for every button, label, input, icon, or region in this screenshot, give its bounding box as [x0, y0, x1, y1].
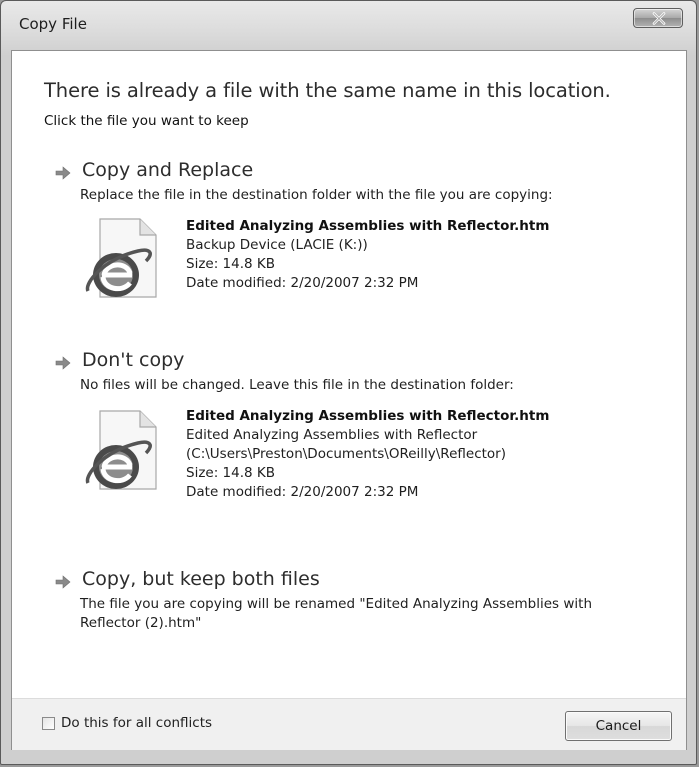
dialog-heading: There is already a file with the same na…: [44, 79, 611, 102]
file-date-modified: Date modified: 2/20/2007 2:32 PM: [186, 275, 419, 291]
option-dont-copy[interactable]: Don't copy No files will be changed. Lea…: [52, 349, 672, 519]
file-size: Size: 14.8 KB: [186, 256, 276, 272]
internet-explorer-document-icon: [85, 218, 157, 298]
dialog-subheading: Click the file you want to keep: [44, 113, 249, 129]
arrow-right-icon: [55, 356, 71, 370]
window-title: Copy File: [19, 15, 87, 33]
option-description: The file you are copying will be renamed…: [80, 596, 593, 631]
dialog-footer: Do this for all conflicts Cancel: [12, 698, 686, 750]
copy-file-dialog: Copy File There is already a file with t…: [0, 0, 697, 765]
all-conflicts-checkbox[interactable]: [42, 716, 55, 730]
arrow-right-icon: [55, 166, 71, 180]
option-copy-and-replace[interactable]: Copy and Replace Replace the file in the…: [52, 159, 672, 309]
option-description: No files will be changed. Leave this fil…: [80, 377, 514, 393]
option-title: Don't copy: [82, 349, 185, 371]
file-date-modified: Date modified: 2/20/2007 2:32 PM: [186, 484, 419, 500]
close-button[interactable]: [633, 8, 683, 28]
option-keep-both-files[interactable]: Copy, but keep both files The file you a…: [52, 568, 672, 638]
checkbox-label: Do this for all conflicts: [61, 715, 213, 731]
file-details: Edited Analyzing Assemblies with Reflect…: [186, 217, 549, 293]
option-title: Copy, but keep both files: [82, 568, 320, 590]
option-title: Copy and Replace: [82, 159, 254, 181]
close-icon: [652, 12, 666, 25]
file-details: Edited Analyzing Assemblies with Reflect…: [186, 407, 549, 502]
title-bar[interactable]: Copy File: [1, 1, 696, 49]
file-location-path: (C:\Users\Preston\Documents\OReilly\Refl…: [186, 446, 506, 462]
internet-explorer-document-icon: [85, 410, 157, 490]
file-name: Edited Analyzing Assemblies with Reflect…: [186, 218, 550, 234]
option-description: Replace the file in the destination fold…: [80, 187, 553, 203]
file-location: Backup Device (LACIE (K:)): [186, 237, 368, 253]
dialog-content: There is already a file with the same na…: [11, 50, 687, 750]
arrow-right-icon: [55, 575, 71, 589]
all-conflicts-checkbox-row[interactable]: Do this for all conflicts: [42, 715, 212, 731]
cancel-button[interactable]: Cancel: [565, 711, 672, 741]
file-name: Edited Analyzing Assemblies with Reflect…: [186, 408, 550, 424]
file-size: Size: 14.8 KB: [186, 465, 276, 481]
file-location: Edited Analyzing Assemblies with Reflect…: [186, 427, 478, 443]
